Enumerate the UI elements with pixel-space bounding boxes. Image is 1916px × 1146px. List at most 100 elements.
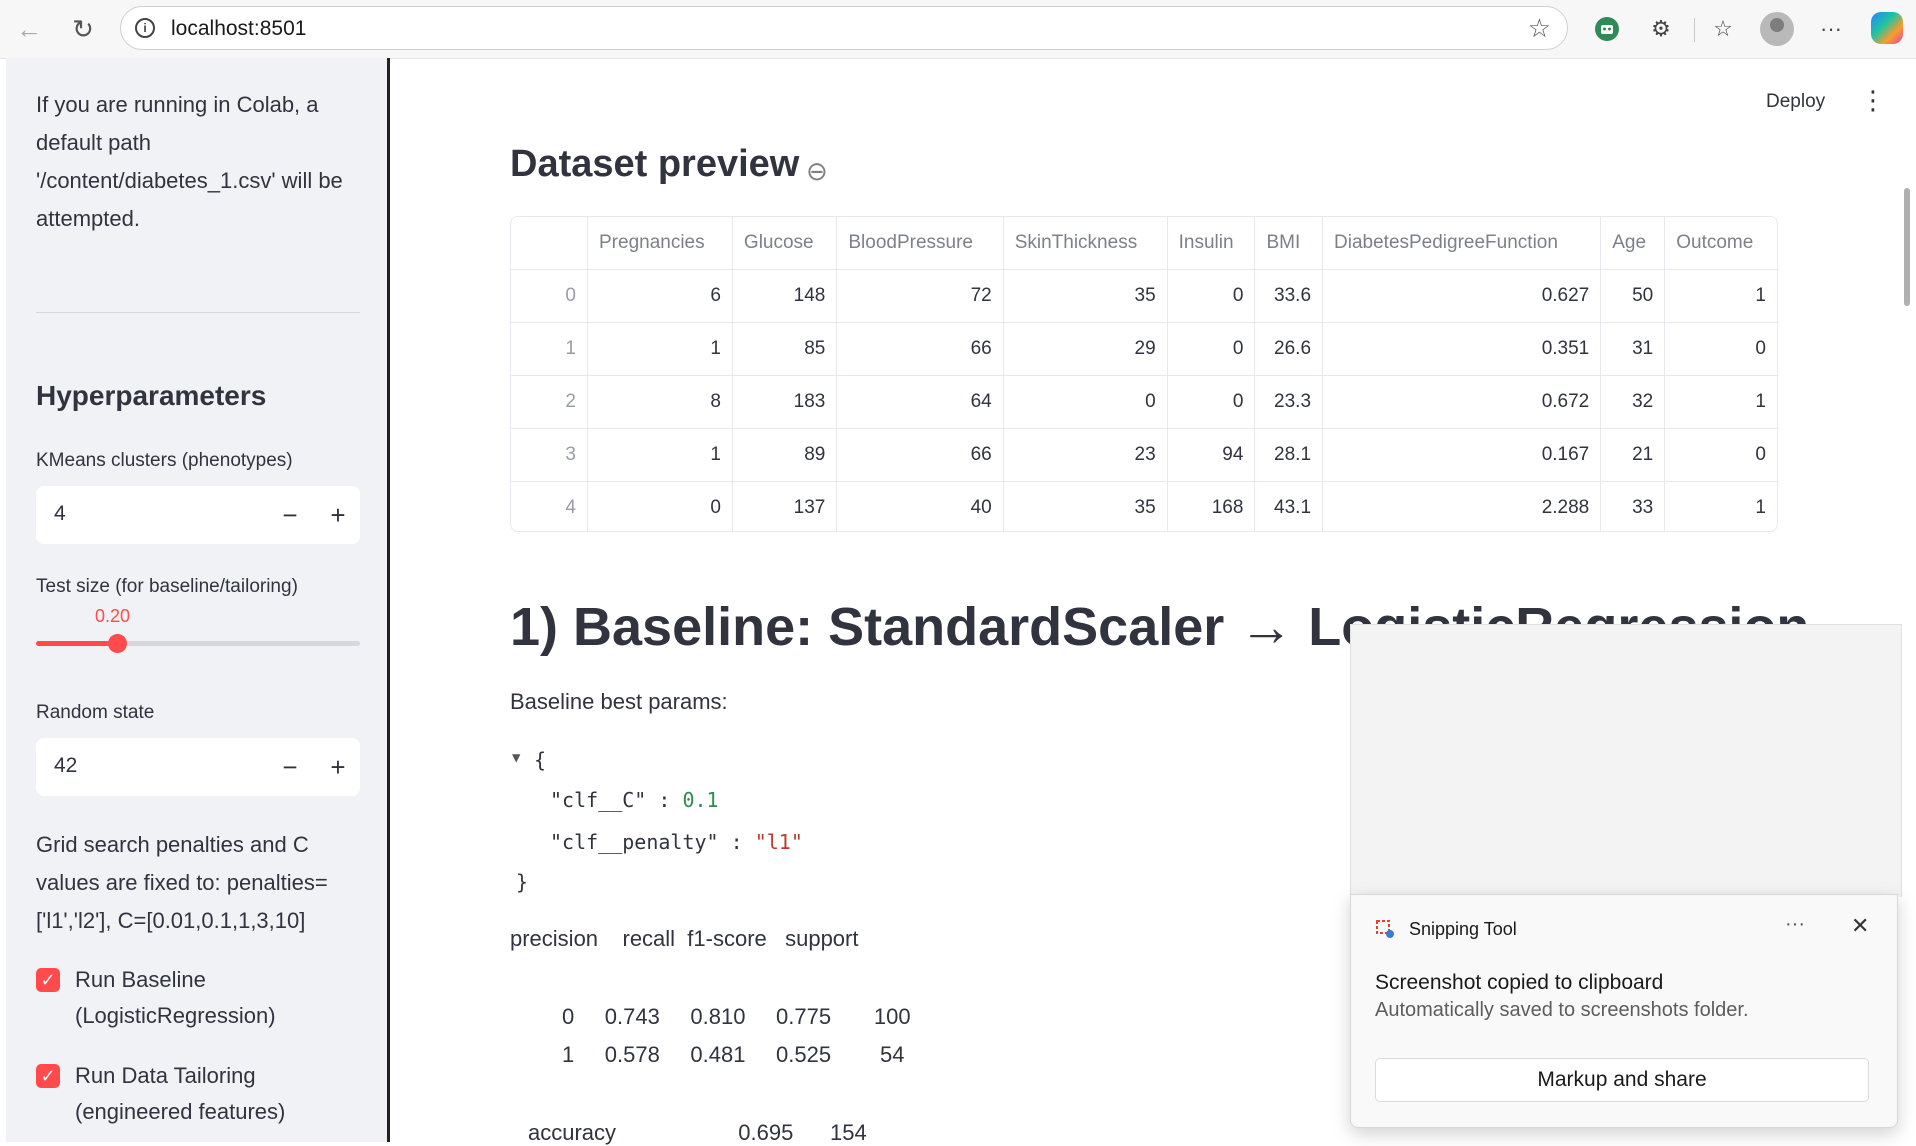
column-header[interactable]: Outcome <box>1664 217 1777 270</box>
table-row: 4 0 137 40 35 168 43.1 2.288 33 1 <box>511 481 1777 532</box>
table-cell[interactable]: 26.6 <box>1254 322 1324 376</box>
run-tailoring-label-2[interactable]: (engineered features) <box>75 1094 285 1130</box>
table-cell[interactable]: 43.1 <box>1254 481 1324 531</box>
random-state-decrement-button[interactable]: − <box>272 748 308 786</box>
table-cell[interactable]: 21 <box>1600 428 1666 482</box>
test-size-slider-thumb[interactable] <box>108 634 127 653</box>
snipping-tool-notification[interactable]: Snipping Tool ··· ✕ Screenshot copied to… <box>1350 894 1898 1128</box>
test-size-slider[interactable] <box>36 634 360 653</box>
column-header[interactable]: BMI <box>1254 217 1324 270</box>
table-cell[interactable]: 66 <box>836 428 1004 482</box>
kmeans-decrement-button[interactable]: − <box>272 496 308 534</box>
table-cell[interactable]: 35 <box>1003 269 1168 323</box>
table-cell[interactable]: 28.1 <box>1254 428 1324 482</box>
test-size-slider-fill <box>36 641 117 646</box>
toast-more-icon[interactable]: ··· <box>1785 913 1805 936</box>
column-header[interactable]: Age <box>1600 217 1666 270</box>
table-cell[interactable]: 33 <box>1600 481 1666 531</box>
table-cell[interactable]: 0 <box>1167 322 1256 376</box>
sidebar-info-line-4: attempted. <box>36 206 140 231</box>
snip-preview[interactable] <box>1350 624 1902 897</box>
table-cell[interactable]: 0 <box>587 481 733 531</box>
table-cell[interactable]: 66 <box>836 322 1004 376</box>
profile-avatar[interactable] <box>1760 12 1794 46</box>
more-menu-icon[interactable]: ··· <box>1814 12 1848 46</box>
address-bar[interactable]: i localhost:8501 ☆ <box>120 6 1568 50</box>
back-icon[interactable]: ← <box>10 10 48 48</box>
extension-robot-icon[interactable] <box>1590 12 1624 46</box>
kmeans-increment-button[interactable]: + <box>320 496 356 534</box>
table-cell[interactable]: 148 <box>732 269 838 323</box>
table-cell[interactable]: 0.627 <box>1322 269 1602 323</box>
anchor-link-icon[interactable]: ⊖ <box>806 156 828 187</box>
markup-and-share-button[interactable]: Markup and share <box>1375 1058 1869 1102</box>
table-cell[interactable]: 33.6 <box>1254 269 1324 323</box>
table-cell[interactable]: 35 <box>1003 481 1168 531</box>
favorite-star-icon[interactable]: ☆ <box>1528 13 1551 44</box>
random-state-increment-button[interactable]: + <box>320 748 356 786</box>
json-open-brace: { <box>534 748 547 772</box>
random-state-value[interactable]: 42 <box>54 754 77 778</box>
table-cell[interactable]: 89 <box>732 428 838 482</box>
table-cell[interactable]: 6 <box>587 269 733 323</box>
run-baseline-label-1[interactable]: Run Baseline <box>75 962 206 998</box>
run-baseline-checkbox[interactable]: ✓ <box>36 968 60 992</box>
table-cell[interactable]: 32 <box>1600 375 1666 429</box>
run-tailoring-checkbox[interactable]: ✓ <box>36 1064 60 1088</box>
run-tailoring-label-1[interactable]: Run Data Tailoring <box>75 1058 256 1094</box>
table-cell[interactable]: 8 <box>587 375 733 429</box>
column-header[interactable]: SkinThickness <box>1003 217 1168 270</box>
main-menu-kebab-icon[interactable]: ⋮ <box>1860 87 1886 113</box>
column-header[interactable]: DiabetesPedigreeFunction <box>1322 217 1602 270</box>
table-cell[interactable]: 1 <box>587 322 733 376</box>
column-header[interactable]: BloodPressure <box>836 217 1004 270</box>
table-cell[interactable]: 0 <box>1003 375 1168 429</box>
json-collapse-caret-icon[interactable]: ▼ <box>512 750 520 766</box>
table-cell[interactable]: 72 <box>836 269 1004 323</box>
row-index: 4 <box>511 481 588 531</box>
table-cell[interactable]: 0 <box>1167 269 1256 323</box>
column-header[interactable]: Glucose <box>732 217 838 270</box>
dataset-preview-table[interactable]: Pregnancies Glucose BloodPressure SkinTh… <box>510 216 1778 532</box>
table-cell[interactable]: 50 <box>1600 269 1666 323</box>
table-cell[interactable]: 29 <box>1003 322 1168 376</box>
table-cell[interactable]: 137 <box>732 481 838 531</box>
report-header: precision recall f1-score support <box>510 926 859 951</box>
run-baseline-label-2[interactable]: (LogisticRegression) <box>75 998 276 1034</box>
copilot-icon[interactable] <box>1871 12 1903 44</box>
table-cell[interactable]: 0.351 <box>1322 322 1602 376</box>
table-cell[interactable]: 1 <box>1665 482 1777 532</box>
table-cell[interactable]: 23.3 <box>1254 375 1324 429</box>
kmeans-value[interactable]: 4 <box>54 502 66 526</box>
deploy-button[interactable]: Deploy <box>1766 91 1825 113</box>
table-cell[interactable]: 0 <box>1167 375 1256 429</box>
table-cell[interactable]: 2.288 <box>1322 481 1602 531</box>
table-cell[interactable]: 85 <box>732 322 838 376</box>
random-state-number-input[interactable]: 42 − + <box>36 738 360 796</box>
column-header[interactable]: Pregnancies <box>587 217 733 270</box>
table-cell[interactable]: 0.167 <box>1322 428 1602 482</box>
site-info-icon[interactable]: i <box>135 18 155 38</box>
table-cell[interactable]: 1 <box>1664 269 1777 323</box>
page-scrollbar[interactable] <box>1904 188 1910 306</box>
table-cell[interactable]: 64 <box>836 375 1004 429</box>
toast-close-icon[interactable]: ✕ <box>1851 913 1869 939</box>
table-cell[interactable]: 183 <box>732 375 838 429</box>
table-cell[interactable]: 23 <box>1003 428 1168 482</box>
table-cell[interactable]: 1 <box>1664 375 1777 429</box>
favorites-icon[interactable]: ☆ <box>1706 12 1740 46</box>
table-cell[interactable]: 40 <box>836 481 1004 531</box>
table-cell[interactable]: 94 <box>1167 428 1256 482</box>
kmeans-number-input[interactable]: 4 − + <box>36 486 360 544</box>
toast-app-name: Snipping Tool <box>1409 919 1517 939</box>
table-cell[interactable]: 0 <box>1664 428 1777 482</box>
table-cell[interactable]: 168 <box>1167 481 1256 531</box>
table-cell[interactable]: 0.672 <box>1322 375 1602 429</box>
table-cell[interactable]: 0 <box>1664 322 1777 376</box>
refresh-icon[interactable]: ↻ <box>64 10 102 48</box>
table-cell[interactable]: 1 <box>587 428 733 482</box>
column-header[interactable]: Insulin <box>1167 217 1256 270</box>
table-cell[interactable]: 31 <box>1600 322 1666 376</box>
column-header-index[interactable] <box>511 217 588 270</box>
extensions-puzzle-icon[interactable]: ⚙ <box>1644 12 1678 46</box>
